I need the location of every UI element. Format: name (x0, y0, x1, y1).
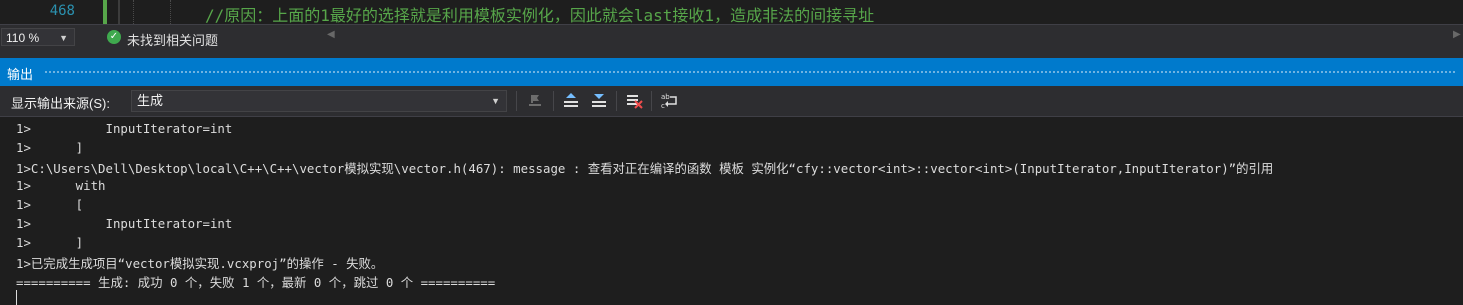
scroll-right-icon[interactable]: ▶ (1453, 29, 1461, 40)
output-toolbar: 显示输出来源(S): 生成 ▼ ab c (0, 86, 1463, 117)
clear-all-icon[interactable] (624, 91, 644, 111)
drag-handle[interactable] (44, 70, 1457, 75)
zoom-value: 110 % (6, 31, 40, 45)
previous-message-icon[interactable] (561, 91, 581, 111)
toolbar-separator (553, 91, 554, 111)
svg-text:ab: ab (661, 93, 670, 101)
issues-status[interactable]: 未找到相关问题 (127, 30, 218, 49)
source-value: 生成 (137, 93, 164, 108)
output-line: ========== 生成: 成功 0 个，失败 1 个，最新 0 个，跳过 0… (16, 275, 496, 290)
output-line: 1> InputIterator=int (16, 121, 233, 136)
panel-title: 输出 (7, 67, 34, 82)
output-line: 1> InputIterator=int (16, 216, 233, 231)
scroll-left-icon[interactable]: ◀ (327, 29, 335, 40)
toolbar-separator (616, 91, 617, 111)
change-indicator (103, 0, 107, 24)
svg-text:c: c (661, 102, 665, 110)
editor-status-bar: 110 % ▼ ✓ 未找到相关问题 ◀ ▶ (0, 24, 1463, 50)
output-source-select[interactable]: 生成 ▼ (131, 90, 507, 112)
code-editor-line[interactable]: 468 //原因：上面的1最好的选择就是利用模板实例化，因此就会last接收1，… (0, 0, 1463, 26)
output-line: 1> ] (16, 235, 84, 250)
text-caret (16, 290, 17, 305)
output-line: 1>已完成生成项目“vector模拟实现.vcxproj”的操作 - 失败。 (16, 256, 384, 271)
outlining-margin[interactable] (118, 0, 120, 24)
code-comment[interactable]: //原因：上面的1最好的选择就是利用模板实例化，因此就会last接收1，造成非法… (205, 2, 874, 26)
output-text-area[interactable]: 1> InputIterator=int 1> ] 1>C:\Users\Del… (0, 117, 1463, 305)
output-line: 1> ] (16, 140, 84, 155)
next-message-icon[interactable] (589, 91, 609, 111)
panel-splitter[interactable] (0, 50, 1463, 58)
output-line: 1> [ (16, 197, 84, 212)
output-line[interactable]: 1>C:\Users\Dell\Desktop\local\C++\C++\ve… (16, 159, 1273, 177)
toolbar-separator (516, 91, 517, 111)
toolbar-separator (651, 91, 652, 111)
go-to-error-icon[interactable] (525, 91, 545, 111)
check-circle-icon: ✓ (107, 30, 121, 44)
chevron-down-icon: ▼ (59, 33, 68, 43)
output-line: 1> with (16, 178, 106, 193)
indent-guide (133, 0, 134, 24)
chevron-down-icon: ▼ (491, 96, 500, 106)
output-panel-titlebar[interactable]: 输出 (0, 58, 1463, 86)
line-number: 468 (49, 3, 75, 19)
zoom-select[interactable]: 110 % ▼ (1, 28, 75, 46)
source-label: 显示输出来源(S): (11, 96, 110, 111)
indent-guide (170, 0, 171, 24)
toggle-word-wrap-icon[interactable]: ab c (659, 91, 679, 111)
